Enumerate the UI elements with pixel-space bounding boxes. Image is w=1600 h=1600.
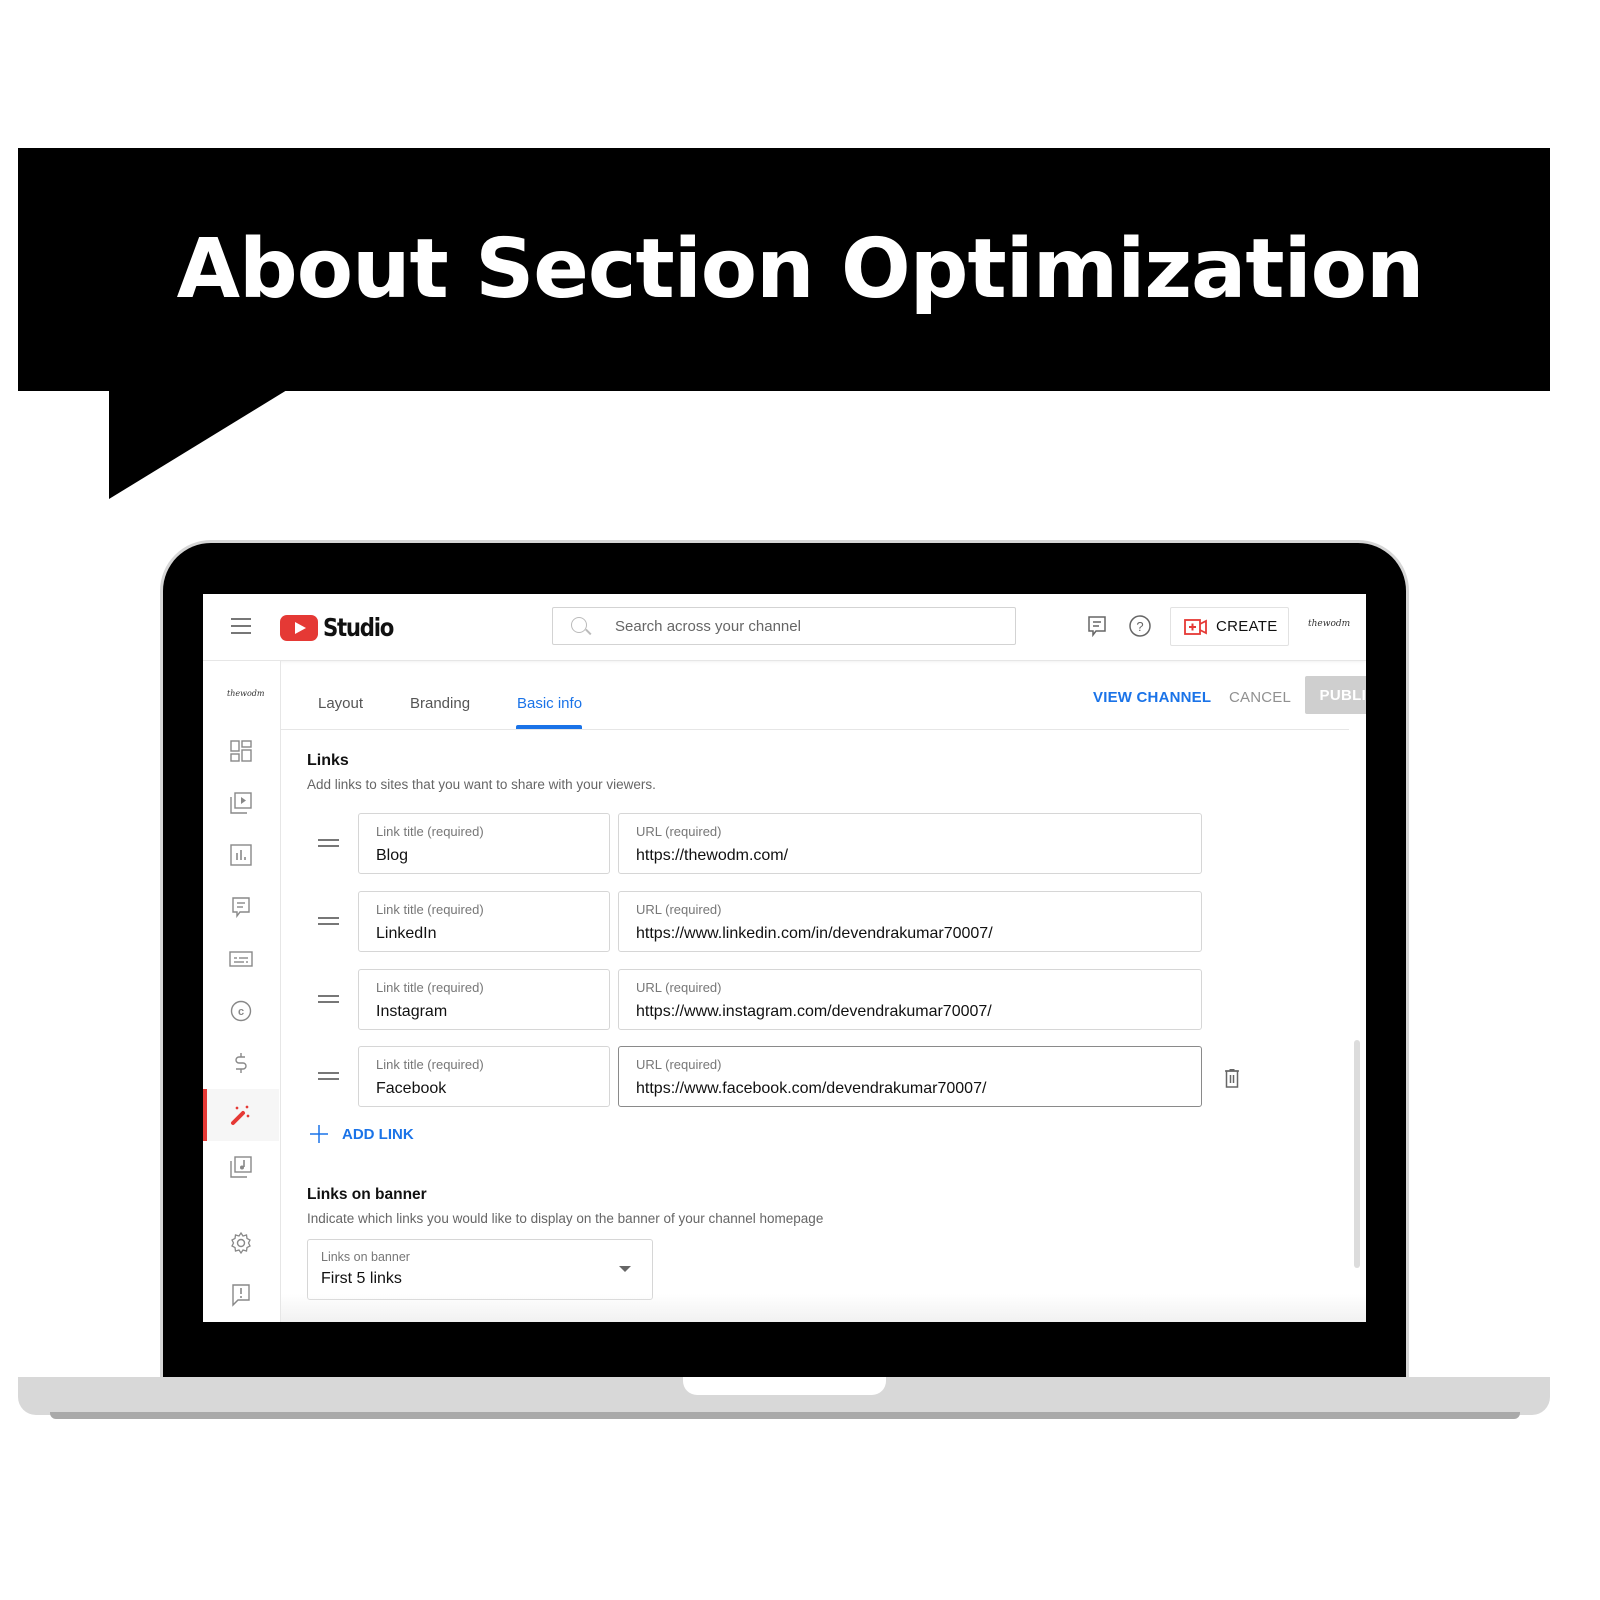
link-url-field[interactable]: URL (required) https://www.instagram.com…: [618, 969, 1202, 1030]
publish-button[interactable]: PUBLISH: [1305, 676, 1366, 714]
sidebar-item-analytics[interactable]: [203, 829, 279, 881]
laptop-notch: [683, 1377, 886, 1395]
add-link-label: ADD LINK: [342, 1125, 414, 1143]
dashboard-icon: [230, 740, 252, 762]
search-input[interactable]: [613, 608, 997, 646]
search-box[interactable]: [552, 607, 1016, 646]
gear-icon: [231, 1231, 251, 1255]
link-title-field[interactable]: Link title (required) LinkedIn: [358, 891, 610, 952]
links-on-banner-heading: Links on banner: [307, 1186, 427, 1203]
link-title-field[interactable]: Link title (required) Blog: [358, 813, 610, 874]
copyright-icon: c: [230, 1000, 252, 1022]
analytics-icon: [230, 844, 252, 866]
subtitles-icon: [229, 951, 253, 967]
plus-icon: [310, 1125, 328, 1143]
audio-library-icon: [230, 1156, 252, 1178]
dropdown-arrow-icon: [619, 1266, 631, 1272]
drag-handle-icon[interactable]: [318, 995, 339, 1003]
links-on-banner-select[interactable]: Links on banner First 5 links: [307, 1239, 653, 1300]
sidebar-item-comments[interactable]: [203, 881, 279, 933]
comments-icon: [232, 897, 250, 918]
add-link-button[interactable]: ADD LINK: [309, 1124, 414, 1144]
link-url-field[interactable]: URL (required) https://www.linkedin.com/…: [618, 891, 1202, 952]
banner-speech-tail: [109, 390, 287, 499]
channel-avatar[interactable]: thewodm: [227, 689, 264, 698]
sidebar-item-settings[interactable]: [203, 1217, 279, 1269]
feedback-icon: [1088, 616, 1106, 637]
feedback-button[interactable]: [1085, 613, 1109, 639]
links-on-banner-description: Indicate which links you would like to d…: [307, 1211, 824, 1226]
sidebar-item-audio-library[interactable]: [203, 1141, 279, 1193]
customization-tabs: Layout Branding Basic info VIEW CHANNEL …: [281, 661, 1366, 730]
sidebar-item-customization[interactable]: [203, 1089, 279, 1141]
search-icon: [571, 617, 587, 633]
create-video-icon: [1184, 618, 1207, 635]
account-avatar[interactable]: thewodm: [1308, 619, 1350, 629]
svg-text:c: c: [238, 1006, 244, 1018]
sidebar-item-send-feedback[interactable]: [203, 1269, 279, 1321]
dollar-icon: [235, 1053, 247, 1073]
drag-handle-icon[interactable]: [318, 917, 339, 925]
tab-branding[interactable]: Branding: [410, 695, 470, 712]
laptop-base-shadow: [50, 1412, 1520, 1419]
delete-link-icon[interactable]: [1223, 1068, 1241, 1088]
studio-logo[interactable]: Studio: [280, 613, 405, 642]
menu-icon[interactable]: [231, 618, 251, 634]
feedback-icon: [232, 1284, 250, 1307]
tab-basic-info[interactable]: Basic info: [517, 695, 582, 712]
sidebar: thewodm c: [203, 661, 281, 1322]
logo-text: Studio: [323, 613, 394, 642]
bottom-fade: [281, 1294, 1366, 1322]
tab-layout[interactable]: Layout: [318, 695, 363, 712]
create-label: CREATE: [1216, 618, 1278, 635]
link-url-field[interactable]: URL (required) https://thewodm.com/: [618, 813, 1202, 874]
svg-text:?: ?: [1136, 619, 1143, 634]
sidebar-item-dashboard[interactable]: [203, 725, 279, 777]
laptop-screen: Studio ? CREATE thewodm thewodm: [203, 594, 1366, 1322]
magic-wand-icon: [231, 1105, 250, 1125]
help-icon: ?: [1129, 615, 1151, 637]
content-scrollbar[interactable]: [1354, 1040, 1360, 1268]
sidebar-item-content[interactable]: [203, 777, 279, 829]
drag-handle-icon[interactable]: [318, 839, 339, 847]
content-icon: [230, 792, 252, 814]
view-channel-button[interactable]: VIEW CHANNEL: [1093, 689, 1211, 706]
links-description: Add links to sites that you want to shar…: [307, 777, 656, 792]
create-button[interactable]: CREATE: [1170, 607, 1289, 646]
links-heading: Links: [307, 752, 349, 769]
link-title-field[interactable]: Link title (required) Instagram: [358, 969, 610, 1030]
top-app-bar: Studio ? CREATE thewodm: [203, 594, 1366, 661]
link-title-field[interactable]: Link title (required) Facebook: [358, 1046, 610, 1107]
sidebar-item-earn[interactable]: [203, 1037, 279, 1089]
sidebar-item-copyright[interactable]: c: [203, 985, 279, 1037]
youtube-play-icon: [280, 614, 318, 641]
drag-handle-icon[interactable]: [318, 1072, 339, 1080]
link-url-field[interactable]: URL (required) https://www.facebook.com/…: [618, 1046, 1202, 1107]
cancel-button[interactable]: CANCEL: [1229, 689, 1291, 706]
active-tab-indicator: [516, 725, 582, 729]
banner-title: About Section Optimization: [176, 222, 1425, 317]
help-button[interactable]: ?: [1128, 613, 1152, 639]
sidebar-item-subtitles[interactable]: [203, 933, 279, 985]
